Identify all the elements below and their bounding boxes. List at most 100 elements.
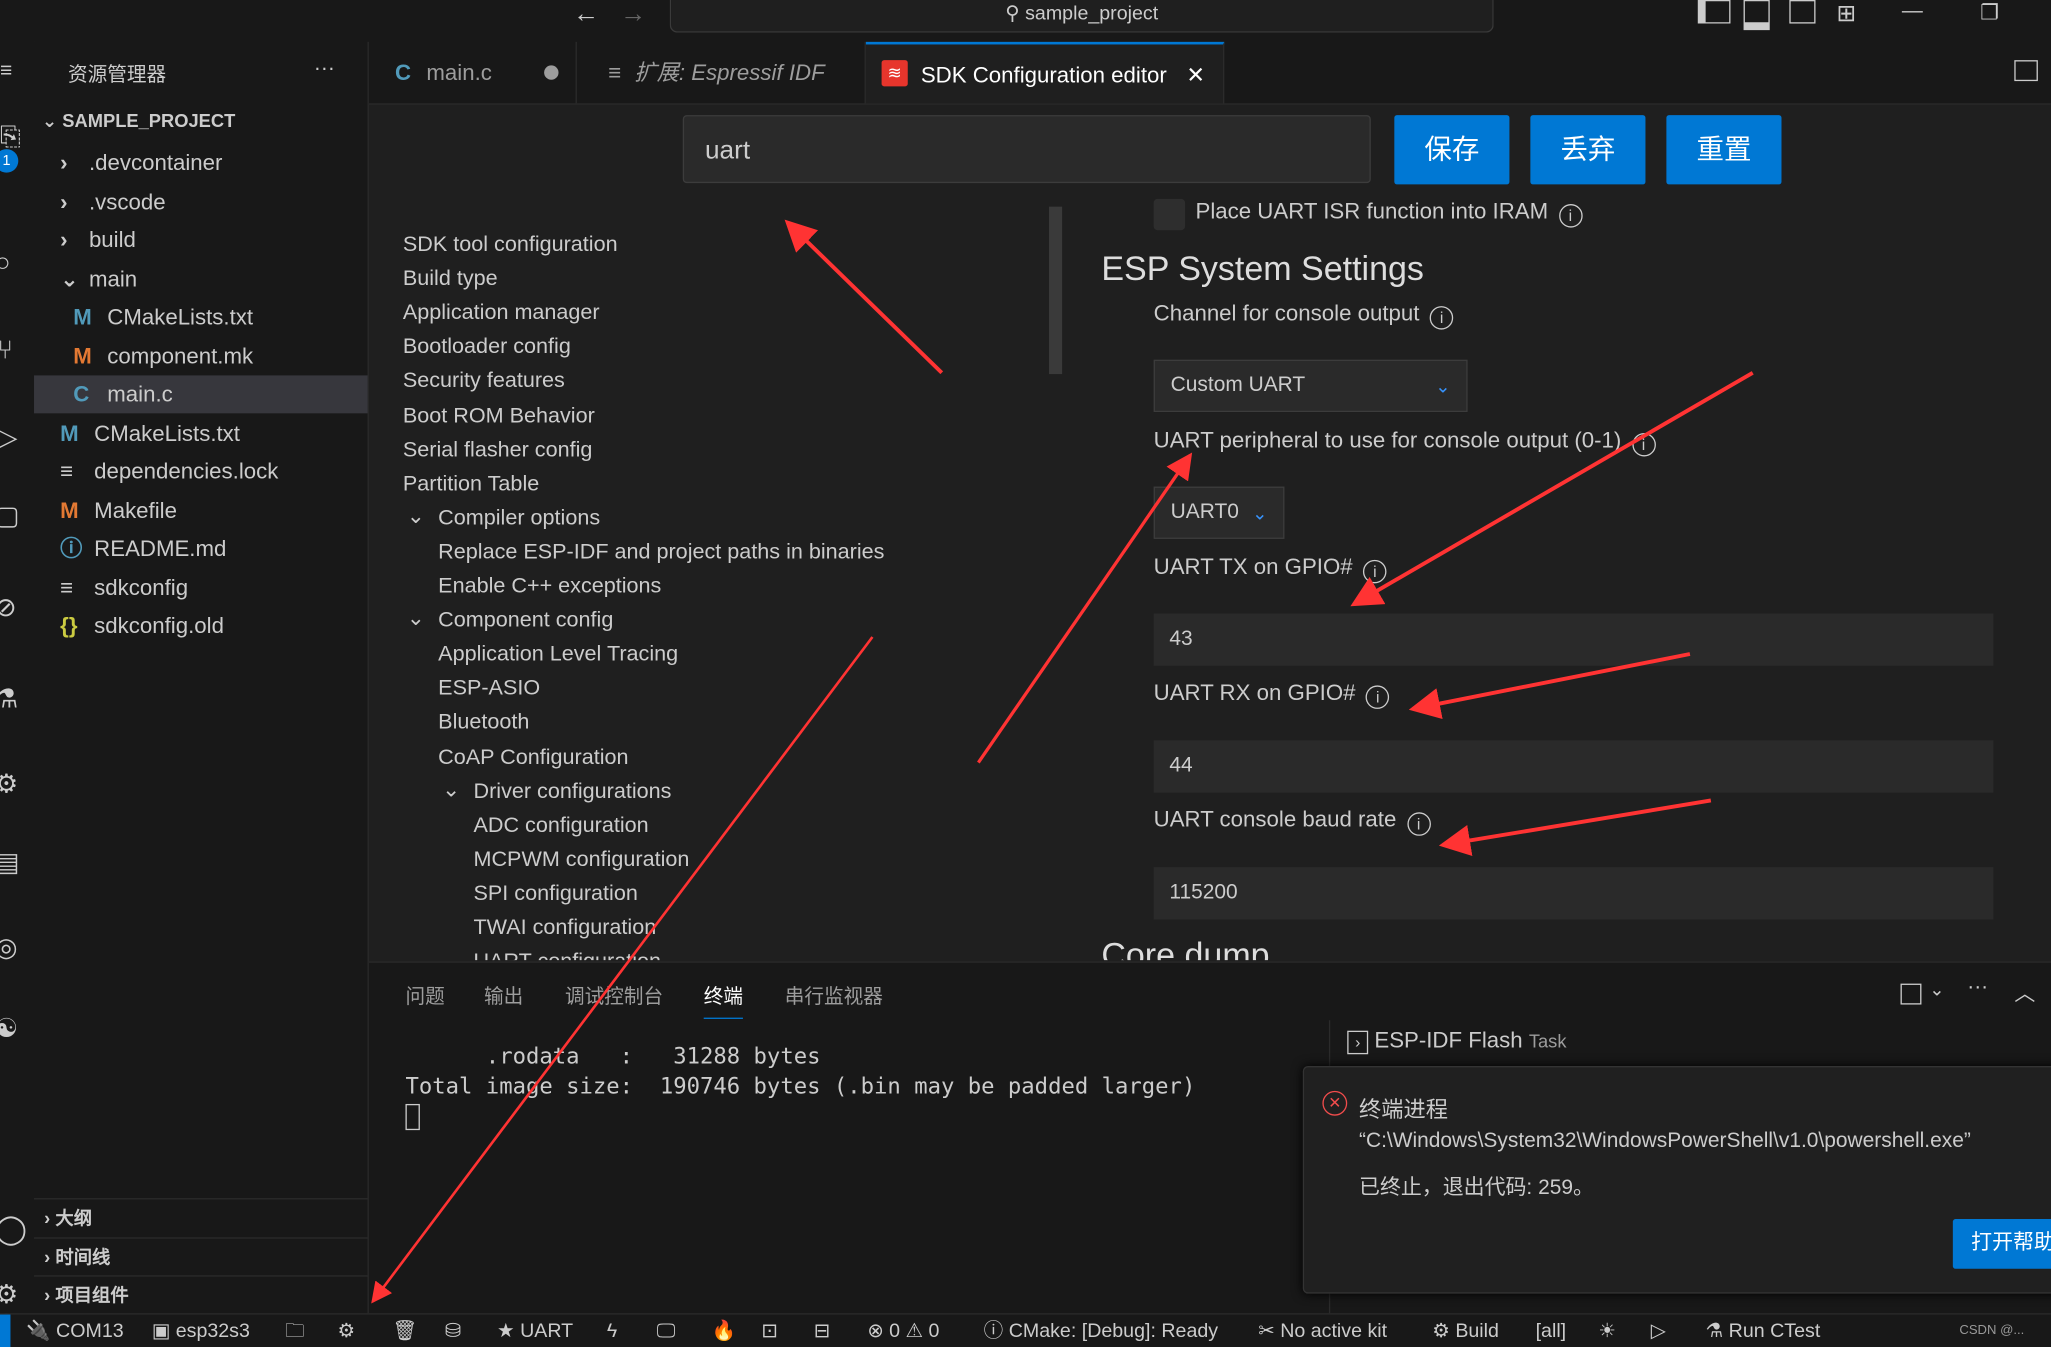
tx-gpio-input[interactable]: 43 [1153,613,1994,666]
menuconfig-gear-icon[interactable]: ⚙ [337,1315,355,1347]
sdk-menu-item[interactable]: Bluetooth [438,711,529,736]
forward-arrow-icon[interactable]: → [620,0,646,30]
tree-item[interactable]: Cmain.c [34,375,368,414]
panel-tab[interactable]: 输出 [484,982,523,1009]
terminal-task-item[interactable]: › ESP-IDF Flash Task [1347,1028,1566,1055]
espressif-icon[interactable]: ◎ [0,931,18,964]
run-debug-icon[interactable]: ▷ [0,421,18,454]
section-project-components[interactable]: › 项目组件 [34,1275,368,1314]
info-icon[interactable]: i [1631,432,1656,457]
menu-icon[interactable]: ≡ [0,60,12,84]
toggle-sidebar-icon[interactable] [1697,0,1731,24]
cmake-icon[interactable]: ⚙ [0,768,18,801]
sdk-menu-item[interactable]: ⌄ Component config [407,607,614,633]
sdk-menu-item[interactable]: Serial flasher config [403,438,593,463]
save-button[interactable]: 保存 [1394,115,1510,185]
sdk-search-input[interactable]: uart [682,115,1371,184]
build-flash-monitor-icon[interactable]: 🔥 [712,1315,736,1347]
ctest-item[interactable]: ⚗ Run CTest [1706,1315,1821,1347]
split-editor-icon[interactable] [2014,60,2038,82]
tree-item[interactable]: ≡ sdkconfig [34,568,368,606]
back-arrow-icon[interactable]: ← [573,0,599,30]
sdk-menu-item[interactable]: SDK tool configuration [403,233,618,258]
sdk-menu-item[interactable]: Security features [403,369,565,394]
build-item[interactable]: ⚙ Build [1432,1315,1499,1347]
manage-gear-icon[interactable]: ⚙ [0,1278,18,1311]
search-icon[interactable]: ○ [0,249,11,279]
info-icon[interactable]: i [1365,685,1390,709]
minimize-icon[interactable]: — [1902,0,1923,24]
panel-tab[interactable]: 调试控制台 [565,982,663,1009]
sdk-menu-item[interactable]: Partition Table [403,472,539,497]
tree-item[interactable]: {} sdkconfig.old [34,607,368,645]
more-actions-button[interactable]: ··· [314,58,335,82]
project-root[interactable]: ⌄ SAMPLE_PROJECT [42,110,235,132]
kit-item[interactable]: ✂ No active kit [1258,1315,1387,1347]
sdk-menu-item[interactable]: Enable C++ exceptions [438,574,661,599]
run-icon[interactable]: ▷ [1651,1315,1666,1347]
cmake-status[interactable]: ⓘ CMake: [Debug]: Ready [984,1315,1218,1347]
sdk-menu-item[interactable]: UART configuration [473,950,661,960]
reset-button[interactable]: 重置 [1666,115,1782,185]
sdk-menu-item[interactable]: ADC configuration [473,813,648,838]
baud-rate-input[interactable]: 115200 [1153,867,1994,920]
info-icon[interactable]: i [1558,204,1583,228]
tree-item[interactable]: M Makefile [34,491,368,529]
maximize-panel-icon[interactable]: ︿ [2014,976,2035,1007]
tab-sdk-configuration-editor[interactable]: ≋ SDK Configuration editor ✕ [865,41,1225,105]
panel-tab[interactable]: 串行监视器 [785,982,883,1009]
database-icon[interactable]: ⛁ [445,1315,461,1347]
sdk-menu-item[interactable]: ⌄ Driver configurations [442,778,671,804]
sdk-menu-item[interactable]: Boot ROM Behavior [403,404,595,429]
sdk-menu-item[interactable]: MCPWM configuration [473,847,689,872]
panel-tab[interactable]: 问题 [405,982,444,1009]
info-icon[interactable]: i [1406,812,1431,836]
tree-item[interactable]: › .vscode [34,182,368,220]
sdk-menu-item[interactable]: ESP-ASIO [438,677,540,702]
tree-item[interactable]: ⓘ README.md [34,530,368,568]
target-item[interactable]: ▣ esp32s3 [152,1315,250,1347]
close-tab-icon[interactable]: ✕ [1186,44,1205,105]
run-task-icon[interactable]: ⊟ [814,1315,830,1347]
remote-indicator[interactable] [0,1314,11,1347]
flash-icon[interactable]: ϟ [607,1315,617,1347]
section-timeline[interactable]: › 时间线 [34,1237,368,1276]
panel-tab[interactable]: 终端 [703,982,743,1019]
tree-item[interactable]: › build [34,221,368,259]
info-icon[interactable]: i [1429,306,1454,330]
sdk-menu-item[interactable]: Bootloader config [403,335,571,360]
toggle-secondary-sidebar-icon[interactable] [1789,0,1816,24]
tree-item[interactable]: › .devcontainer [34,144,368,182]
build-target-item[interactable]: [all] [1536,1315,1567,1347]
command-center-search[interactable]: ⚲ sample_project [669,0,1494,33]
extensions-icon[interactable]: ▢ [0,500,19,533]
section-outline[interactable]: › 大纲 [34,1198,368,1237]
port-item[interactable]: 🔌 COM13 [26,1315,124,1347]
account-icon[interactable]: ◯ [0,1213,27,1247]
restore-icon[interactable]: ❐ [1980,0,1999,26]
chevron-down-icon[interactable]: ⌄ [1929,978,1944,1000]
sdk-menu-item[interactable]: TWAI configuration [473,916,656,941]
chip-icon[interactable]: ▤ [0,846,19,879]
sdk-menu-item[interactable]: ⌄ Compiler options [407,505,600,531]
peripheral-select[interactable]: UART0 ⌄ [1153,486,1285,539]
sdk-menu-item[interactable]: Replace ESP-IDF and project paths in bin… [438,540,884,565]
customize-layout-icon[interactable]: ⊞ [1836,0,1856,27]
tab-espressif-idf-extension[interactable]: ≡ 扩展: Espressif IDF [577,41,866,104]
test-icon[interactable]: ⚗ [0,683,18,716]
sdk-menu-item[interactable]: Build type [403,267,498,292]
sdk-menu-item[interactable]: CoAP Configuration [438,745,628,770]
isr-iram-checkbox[interactable] [1153,198,1186,231]
terminal-icon[interactable]: ⊡ [761,1315,777,1347]
tab-main-c[interactable]: C main.c [369,41,577,104]
sdkconfig-icon[interactable]: 🗀 [285,1315,305,1347]
menu-scrollbar[interactable] [1049,206,1063,375]
tree-item[interactable]: M CMakeLists.txt [34,298,368,336]
sdk-menu-item[interactable]: Application Level Tracing [438,642,678,667]
discard-button[interactable]: 丢弃 [1530,115,1646,185]
platformio-icon[interactable]: ☯ [0,1012,18,1045]
split-terminal-icon[interactable] [1900,983,1922,1005]
sdk-menu-item[interactable]: SPI configuration [473,881,637,906]
open-help-button[interactable]: 打开帮助 [1952,1219,2051,1269]
tree-item[interactable]: Mcomponent.mk [34,337,368,375]
